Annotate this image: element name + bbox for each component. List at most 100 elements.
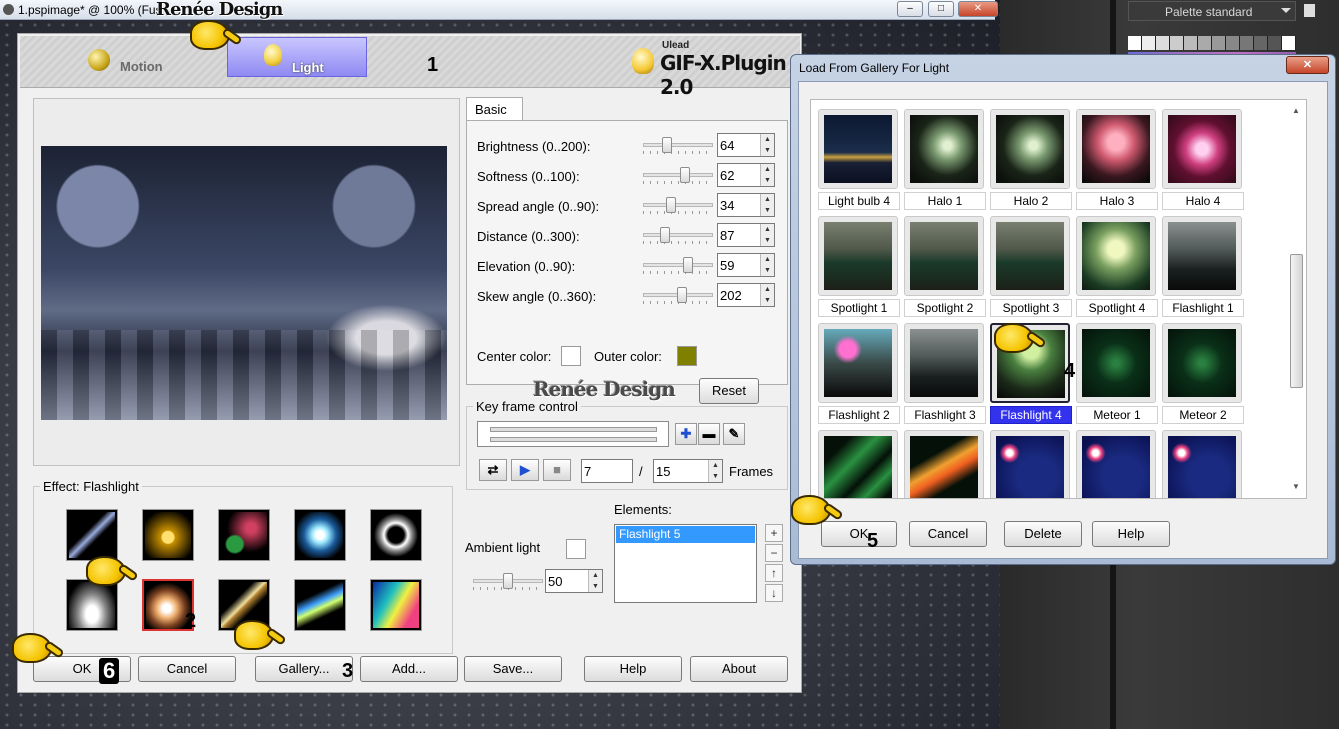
- gallery-item[interactable]: Meteor 2: [1162, 323, 1244, 424]
- reset-button[interactable]: Reset: [699, 378, 759, 404]
- param-value-field[interactable]: 64 ▲ ▼: [717, 133, 775, 157]
- param-value-field[interactable]: 87 ▲ ▼: [717, 223, 775, 247]
- preview-image[interactable]: [41, 146, 447, 420]
- effect-thumb-star-burst[interactable]: [294, 509, 346, 561]
- gallery-scrollbar[interactable]: ▲ ▼: [1289, 102, 1304, 496]
- close-document-button[interactable]: ✕: [958, 1, 998, 17]
- gallery-item[interactable]: Flashlight 2: [818, 323, 900, 424]
- keyframe-slider[interactable]: [477, 421, 669, 447]
- about-button[interactable]: About: [690, 656, 788, 682]
- param-slider-thumb[interactable]: [660, 227, 671, 243]
- gallery-item[interactable]: [904, 430, 984, 498]
- gallery-thumbnail[interactable]: [1076, 216, 1156, 296]
- effect-thumb-comet-beam[interactable]: [294, 579, 346, 631]
- param-value-field[interactable]: 62 ▲ ▼: [717, 163, 775, 187]
- add-button[interactable]: Add...: [360, 656, 458, 682]
- gallery-item[interactable]: Halo 1: [904, 109, 986, 210]
- gallery-item[interactable]: [990, 430, 1070, 498]
- gallery-help-button[interactable]: Help: [1092, 521, 1170, 547]
- minimize-button[interactable]: –: [897, 1, 923, 17]
- param-slider-thumb[interactable]: [680, 167, 691, 183]
- remove-keyframe-icon[interactable]: ▬: [698, 423, 720, 445]
- loop-icon[interactable]: ⇄: [479, 459, 507, 481]
- element-item[interactable]: Flashlight 5: [616, 526, 755, 543]
- param-slider-track[interactable]: [643, 203, 713, 207]
- center-color-swatch[interactable]: [561, 346, 581, 366]
- cancel-button[interactable]: Cancel: [138, 656, 236, 682]
- light-mode-button[interactable]: Light: [227, 37, 367, 77]
- gallery-item[interactable]: Halo 4: [1162, 109, 1244, 210]
- gallery-item[interactable]: [1076, 430, 1156, 498]
- effect-thumb-lens-flare[interactable]: [218, 509, 270, 561]
- param-spinner[interactable]: ▲ ▼: [760, 284, 774, 306]
- param-spinner[interactable]: ▲ ▼: [760, 194, 774, 216]
- gallery-cancel-button[interactable]: Cancel: [909, 521, 987, 547]
- gallery-delete-button[interactable]: Delete: [1004, 521, 1082, 547]
- param-spinner[interactable]: ▲ ▼: [760, 224, 774, 246]
- swatch-row[interactable]: [1128, 36, 1296, 50]
- param-slider-thumb[interactable]: [676, 287, 687, 303]
- gallery-item[interactable]: Halo 2: [990, 109, 1072, 210]
- param-value-field[interactable]: 59 ▲ ▼: [717, 253, 775, 277]
- pick-keyframe-icon[interactable]: ✎: [723, 423, 745, 445]
- gallery-thumbnail[interactable]: [990, 109, 1070, 189]
- gallery-thumbnail[interactable]: [990, 430, 1070, 498]
- gallery-item[interactable]: Spotlight 2: [904, 216, 986, 317]
- param-spinner[interactable]: ▲ ▼: [760, 134, 774, 156]
- effect-thumb-rainbow-wave[interactable]: [370, 579, 422, 631]
- scroll-up-icon[interactable]: ▲: [1292, 106, 1300, 115]
- gallery-item[interactable]: Spotlight 3: [990, 216, 1072, 317]
- help-button[interactable]: Help: [584, 656, 682, 682]
- param-spinner[interactable]: ▲ ▼: [760, 254, 774, 276]
- gallery-item[interactable]: Flashlight 3: [904, 323, 986, 424]
- scroll-thumb[interactable]: [1290, 254, 1303, 388]
- param-slider-thumb[interactable]: [665, 197, 676, 213]
- chevron-down-icon[interactable]: [1281, 8, 1291, 13]
- gallery-thumbnail[interactable]: [1076, 109, 1156, 189]
- current-frame-field[interactable]: 7: [581, 459, 633, 483]
- move-down-button[interactable]: ↓: [765, 584, 783, 602]
- gallery-thumbnail[interactable]: [818, 109, 898, 189]
- gallery-item[interactable]: Spotlight 1: [818, 216, 900, 317]
- ambient-color-swatch[interactable]: [566, 539, 586, 559]
- elements-list[interactable]: Flashlight 5: [614, 524, 757, 603]
- total-frames-field[interactable]: 15 ▲ ▼: [653, 459, 723, 483]
- frames-spinner[interactable]: ▲ ▼: [708, 460, 722, 482]
- gallery-thumbnail[interactable]: [1076, 323, 1156, 403]
- gallery-thumbnail[interactable]: [904, 109, 984, 189]
- gallery-thumbnail[interactable]: [1162, 430, 1242, 498]
- param-slider-thumb[interactable]: [662, 137, 673, 153]
- gallery-thumbnail[interactable]: [904, 216, 984, 296]
- gallery-item[interactable]: Halo 3: [1076, 109, 1158, 210]
- param-value-field[interactable]: 202 ▲ ▼: [717, 283, 775, 307]
- gallery-thumbnail[interactable]: [818, 323, 898, 403]
- outer-color-swatch[interactable]: [677, 346, 697, 366]
- param-slider-thumb[interactable]: [682, 257, 693, 273]
- add-keyframe-icon[interactable]: ✚: [675, 423, 697, 445]
- palette-options-icon[interactable]: [1304, 4, 1315, 17]
- gallery-thumbnail[interactable]: [990, 216, 1070, 296]
- motion-mode-button[interactable]: Motion: [60, 37, 200, 77]
- move-up-button[interactable]: ↑: [765, 564, 783, 582]
- param-slider-track[interactable]: [643, 233, 713, 237]
- maximize-button[interactable]: □: [928, 1, 954, 17]
- stop-icon[interactable]: ■: [543, 459, 571, 481]
- play-icon[interactable]: ▶: [511, 459, 539, 481]
- gallery-thumbnail[interactable]: [1162, 109, 1242, 189]
- gallery-thumbnail[interactable]: [904, 430, 984, 498]
- add-element-button[interactable]: +: [765, 524, 783, 542]
- param-slider-track[interactable]: [643, 263, 713, 267]
- param-value-field[interactable]: 34 ▲ ▼: [717, 193, 775, 217]
- gallery-item[interactable]: Light bulb 4: [818, 109, 900, 210]
- scroll-down-icon[interactable]: ▼: [1292, 482, 1300, 491]
- ambient-slider-thumb[interactable]: [503, 573, 513, 589]
- param-spinner[interactable]: ▲ ▼: [760, 164, 774, 186]
- gallery-thumbnail[interactable]: [1162, 323, 1242, 403]
- remove-element-button[interactable]: −: [765, 544, 783, 562]
- tab-basic[interactable]: Basic: [466, 97, 523, 121]
- gallery-thumbnail[interactable]: [818, 216, 898, 296]
- ambient-spinner[interactable]: ▲ ▼: [588, 570, 602, 592]
- gallery-thumbnail[interactable]: [1076, 430, 1156, 498]
- gallery-item[interactable]: Spotlight 4: [1076, 216, 1158, 317]
- gallery-button[interactable]: Gallery...: [255, 656, 353, 682]
